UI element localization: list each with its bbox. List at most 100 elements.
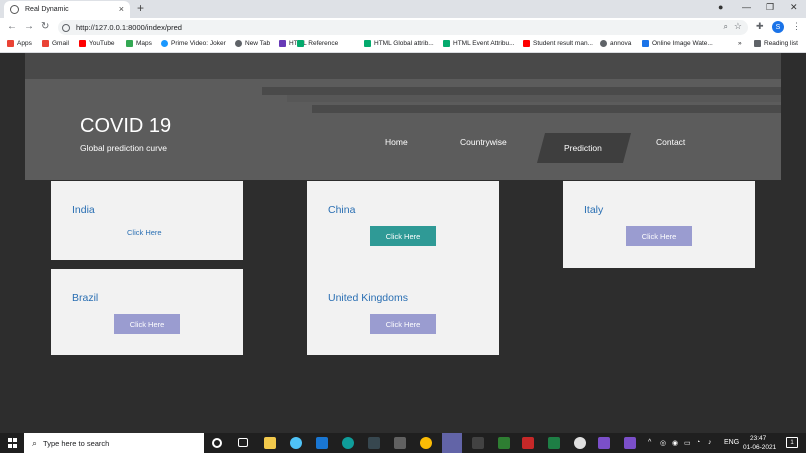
apps-grid-icon bbox=[7, 40, 14, 47]
country-name: United Kingdoms bbox=[328, 292, 408, 304]
bookmarks-bar: Apps Gmail YouTube Maps Prime Video: Jok… bbox=[0, 37, 806, 53]
prime-video-icon bbox=[161, 40, 168, 47]
bookmark-html-event[interactable]: HTML Event Attribu... bbox=[443, 40, 515, 47]
app-icon[interactable] bbox=[394, 437, 406, 449]
taskbar-search-input[interactable]: ⌕ Type here to search bbox=[24, 433, 204, 453]
hero-header: COVID 19 Global prediction curve Home Co… bbox=[25, 53, 781, 180]
app-icon[interactable] bbox=[498, 437, 510, 449]
cortana-icon[interactable] bbox=[212, 438, 222, 448]
app-icon[interactable] bbox=[290, 437, 302, 449]
back-icon[interactable]: ← bbox=[7, 21, 17, 32]
bookmark-new-tab[interactable]: New Tab bbox=[235, 40, 270, 47]
chevron-up-icon[interactable]: ^ bbox=[648, 439, 651, 446]
tab-title: Real Dynamic bbox=[25, 6, 69, 13]
country-name: Italy bbox=[584, 204, 604, 216]
language-indicator[interactable]: ENG bbox=[724, 439, 739, 446]
edge-icon[interactable] bbox=[342, 437, 354, 449]
page-subtitle: Global prediction curve bbox=[80, 143, 167, 153]
avatar[interactable]: S bbox=[772, 21, 784, 33]
store-icon[interactable] bbox=[316, 437, 328, 449]
tray-app-icon[interactable]: ◎ bbox=[660, 439, 666, 447]
terminal-icon[interactable] bbox=[472, 437, 484, 449]
browser-tab[interactable]: Real Dynamic × bbox=[4, 1, 130, 18]
india-click-here-link[interactable]: Click Here bbox=[127, 228, 162, 237]
tray-app-icon[interactable]: ◉ bbox=[672, 439, 678, 447]
app-icon[interactable] bbox=[368, 437, 380, 449]
gmail-icon bbox=[42, 40, 49, 47]
visual-studio-icon[interactable] bbox=[598, 437, 610, 449]
youtube-icon bbox=[523, 40, 530, 47]
uk-click-here-button[interactable]: Click Here bbox=[370, 314, 436, 334]
app-icon[interactable] bbox=[522, 437, 534, 449]
nav-prediction[interactable]: Prediction bbox=[564, 143, 602, 153]
bookmark-prime-video[interactable]: Prime Video: Joker bbox=[161, 40, 226, 47]
hero-top-band bbox=[25, 53, 781, 79]
file-explorer-icon[interactable] bbox=[264, 437, 276, 449]
new-tab-button[interactable]: + bbox=[137, 1, 144, 15]
country-card-brazil: Brazil Click Here bbox=[51, 269, 243, 355]
restore-icon[interactable]: ❐ bbox=[766, 2, 774, 13]
app-icon[interactable] bbox=[574, 437, 586, 449]
country-name: Brazil bbox=[72, 292, 99, 304]
teams-icon[interactable] bbox=[442, 433, 462, 453]
record-icon[interactable]: ● bbox=[718, 2, 723, 12]
bookmark-html-global-attrib[interactable]: HTML Global attrib... bbox=[364, 40, 434, 47]
reference-icon bbox=[279, 40, 286, 47]
excel-icon[interactable] bbox=[548, 437, 560, 449]
address-bar-row: ← → ↻ http://127.0.0.1:8000/index/pred ⌕… bbox=[0, 18, 806, 37]
youtube-icon bbox=[79, 40, 86, 47]
country-card-china-uk: China Click Here United Kingdoms Click H… bbox=[307, 181, 499, 355]
tab-strip: Real Dynamic × + ● — ❐ ✕ bbox=[0, 0, 806, 18]
visual-studio-icon[interactable] bbox=[624, 437, 636, 449]
globe-icon bbox=[600, 40, 607, 47]
page-viewport: COVID 19 Global prediction curve Home Co… bbox=[0, 53, 806, 433]
forward-icon[interactable]: → bbox=[24, 21, 34, 32]
maps-icon bbox=[126, 40, 133, 47]
brazil-click-here-button[interactable]: Click Here bbox=[114, 314, 180, 334]
w3schools-icon bbox=[297, 40, 304, 47]
reading-list[interactable]: Reading list bbox=[754, 40, 798, 47]
china-click-here-button[interactable]: Click Here bbox=[370, 226, 436, 246]
battery-icon[interactable]: ▭ bbox=[684, 439, 691, 447]
windows-start-icon[interactable] bbox=[8, 438, 18, 448]
bookmark-html-reference[interactable]: HTML Reference bbox=[279, 40, 338, 47]
chrome-icon[interactable] bbox=[420, 437, 432, 449]
clock-date[interactable]: 01-06-2021 bbox=[743, 444, 776, 451]
bookmark-gmail[interactable]: Gmail bbox=[42, 40, 69, 47]
globe-icon bbox=[10, 5, 19, 14]
volume-icon[interactable]: ♪ bbox=[708, 439, 712, 446]
nav-countrywise[interactable]: Countrywise bbox=[460, 137, 507, 147]
page-title: COVID 19 bbox=[80, 115, 172, 137]
bookmark-student-result[interactable]: Student result man... bbox=[523, 40, 593, 47]
menu-icon[interactable]: ⋮ bbox=[792, 21, 801, 32]
search-placeholder: Type here to search bbox=[43, 438, 110, 448]
search-icon: ⌕ bbox=[32, 437, 38, 448]
bookmark-youtube[interactable]: YouTube bbox=[79, 40, 115, 47]
zoom-icon[interactable]: ⌕ bbox=[724, 22, 728, 32]
reload-icon[interactable]: ↻ bbox=[41, 21, 49, 32]
reading-list-icon bbox=[754, 40, 761, 47]
url-text[interactable]: http://127.0.0.1:8000/index/pred bbox=[76, 23, 182, 32]
nav-contact[interactable]: Contact bbox=[656, 137, 685, 147]
country-card-india: India Click Here bbox=[51, 181, 243, 260]
star-icon[interactable]: ☆ bbox=[734, 21, 742, 32]
bookmark-online-image[interactable]: Online Image Wate... bbox=[642, 40, 713, 47]
more-bookmarks-icon[interactable]: » bbox=[738, 40, 742, 47]
puzzle-icon[interactable]: ✚ bbox=[756, 21, 764, 32]
window-close-icon[interactable]: ✕ bbox=[790, 2, 798, 13]
italy-click-here-button[interactable]: Click Here bbox=[626, 226, 692, 246]
bookmark-apps[interactable]: Apps bbox=[7, 40, 32, 47]
bookmark-annova[interactable]: annova bbox=[600, 40, 631, 47]
bookmark-html-global[interactable] bbox=[297, 40, 307, 47]
clock-time[interactable]: 23:47 bbox=[750, 435, 766, 442]
notification-icon[interactable]: 1 bbox=[786, 437, 798, 448]
omnibox[interactable]: http://127.0.0.1:8000/index/pred ⌕ ☆ bbox=[58, 20, 748, 35]
network-icon[interactable]: ◔ bbox=[696, 439, 700, 446]
info-icon[interactable] bbox=[62, 23, 70, 32]
task-view-icon[interactable] bbox=[238, 438, 248, 447]
bookmark-maps[interactable]: Maps bbox=[126, 40, 152, 47]
close-icon[interactable]: × bbox=[119, 4, 124, 14]
nav-home[interactable]: Home bbox=[385, 137, 408, 147]
minimize-icon[interactable]: — bbox=[742, 2, 751, 12]
decor-stripe bbox=[312, 105, 781, 113]
